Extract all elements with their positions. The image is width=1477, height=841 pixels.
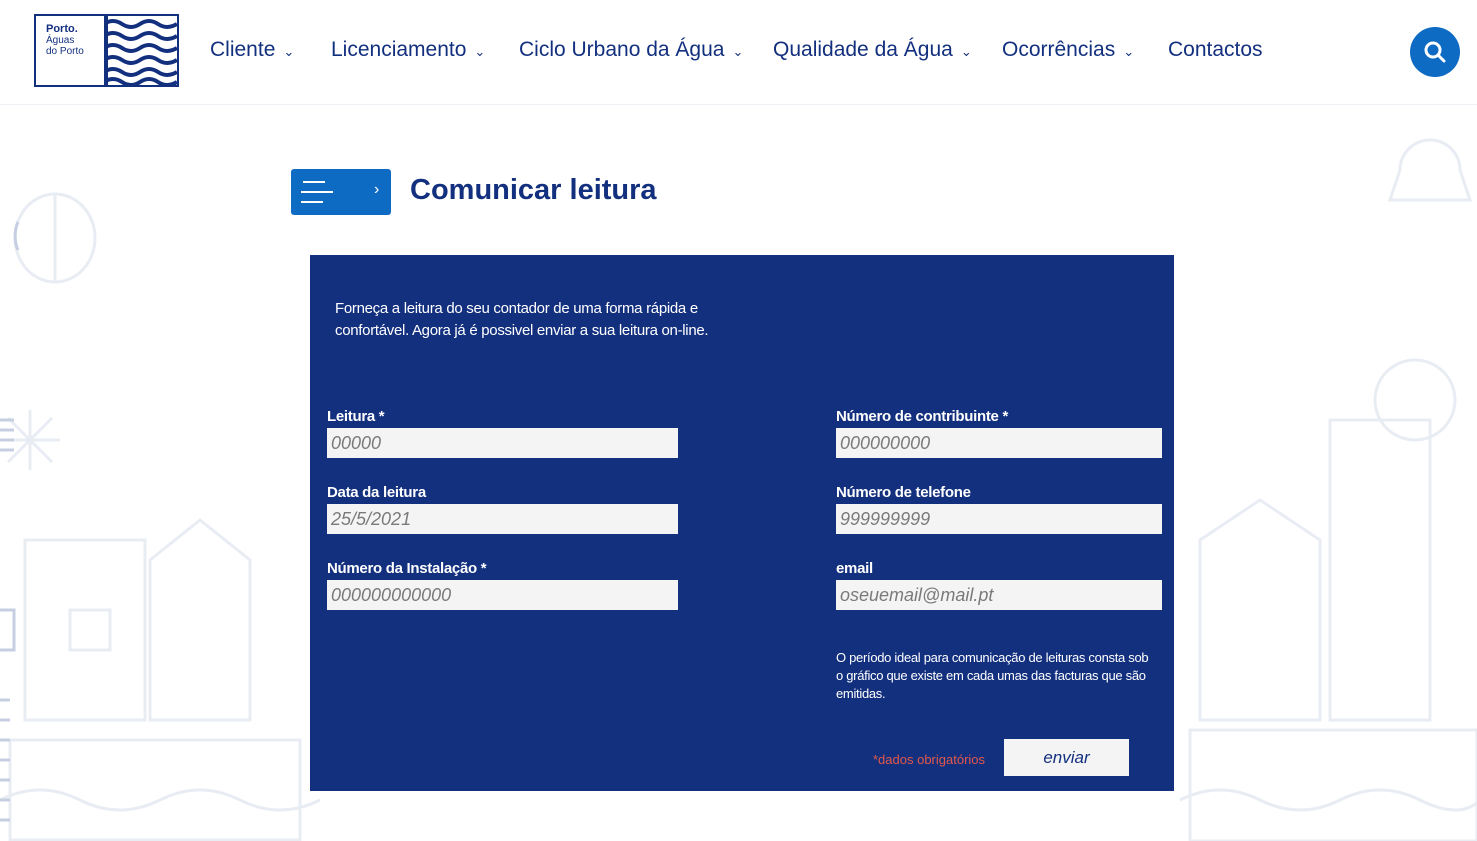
numero-da-instalacao-input[interactable] bbox=[327, 580, 678, 610]
search-button[interactable] bbox=[1410, 27, 1460, 77]
nav-item-licenciamento[interactable]: Licenciamento ⌄ bbox=[331, 38, 519, 62]
numero-da-instalacao-label: Número da Instalação * bbox=[327, 560, 487, 577]
email-label: email bbox=[836, 560, 873, 577]
data-da-leitura-input[interactable] bbox=[327, 504, 678, 534]
logo-line-1: Águas bbox=[46, 35, 75, 46]
hamburger-icon-line bbox=[301, 191, 333, 193]
numero-de-contribuinte-label: Número de contribuinte * bbox=[836, 408, 1008, 425]
chevron-down-icon: ⌄ bbox=[960, 44, 972, 59]
hamburger-icon bbox=[303, 181, 325, 183]
email-input[interactable] bbox=[836, 580, 1162, 610]
logo-brand: Porto. bbox=[46, 23, 78, 35]
numero-de-telefone-input[interactable] bbox=[836, 504, 1162, 534]
nav-item-contactos[interactable]: Contactos bbox=[1168, 38, 1263, 62]
chevron-right-icon: › bbox=[374, 181, 380, 198]
aguas-do-porto-logo[interactable]: Porto. Águas do Porto bbox=[34, 14, 179, 87]
nav-label: Ciclo Urbano da Água bbox=[519, 38, 725, 61]
meter-reading-form: Forneça a leitura do seu contador de uma… bbox=[310, 255, 1174, 791]
numero-de-contribuinte-input[interactable] bbox=[836, 428, 1162, 458]
nav-item-cliente[interactable]: Cliente ⌄ bbox=[210, 38, 331, 62]
leitura-label: Leitura * bbox=[327, 408, 385, 425]
hamburger-icon-line bbox=[301, 201, 323, 203]
nav-label: Ocorrências bbox=[1002, 38, 1116, 61]
main-navigation: Cliente ⌄ Licenciamento ⌄ Ciclo Urbano d… bbox=[210, 38, 1263, 62]
section-menu-toggle-button[interactable]: › bbox=[291, 169, 391, 215]
nav-label: Contactos bbox=[1168, 38, 1263, 61]
data-da-leitura-label: Data da leitura bbox=[327, 484, 426, 501]
submit-button[interactable]: enviar bbox=[1004, 739, 1129, 776]
site-header: Porto. Águas do Porto Cliente ⌄ Licencia… bbox=[0, 0, 1477, 105]
nav-item-ciclo-urbano-da-agua[interactable]: Ciclo Urbano da Água ⌄ bbox=[519, 38, 773, 62]
page-title: Comunicar leitura bbox=[410, 174, 657, 206]
nav-label: Licenciamento bbox=[331, 38, 467, 61]
leitura-input[interactable] bbox=[327, 428, 678, 458]
chevron-down-icon: ⌄ bbox=[474, 44, 486, 59]
chevron-down-icon: ⌄ bbox=[283, 44, 295, 59]
logo-line-2: do Porto bbox=[46, 46, 84, 57]
logo-text: Porto. Águas do Porto bbox=[36, 16, 106, 85]
waves-logo-icon bbox=[104, 16, 177, 85]
chevron-down-icon: ⌄ bbox=[1123, 44, 1135, 59]
search-icon bbox=[1424, 41, 1446, 63]
nav-label: Cliente bbox=[210, 38, 276, 61]
form-intro-text: Forneça a leitura do seu contador de uma… bbox=[335, 300, 709, 339]
numero-de-telefone-label: Número de telefone bbox=[836, 484, 971, 501]
required-fields-note: *dados obrigatórios bbox=[873, 752, 986, 767]
nav-item-ocorrencias[interactable]: Ocorrências ⌄ bbox=[1002, 38, 1168, 62]
chevron-down-icon: ⌄ bbox=[732, 44, 744, 59]
nav-item-qualidade-da-agua[interactable]: Qualidade da Água ⌄ bbox=[773, 38, 1002, 62]
reading-period-note: O período ideal para comunicação de leit… bbox=[836, 650, 1149, 701]
nav-label: Qualidade da Água bbox=[773, 38, 953, 61]
